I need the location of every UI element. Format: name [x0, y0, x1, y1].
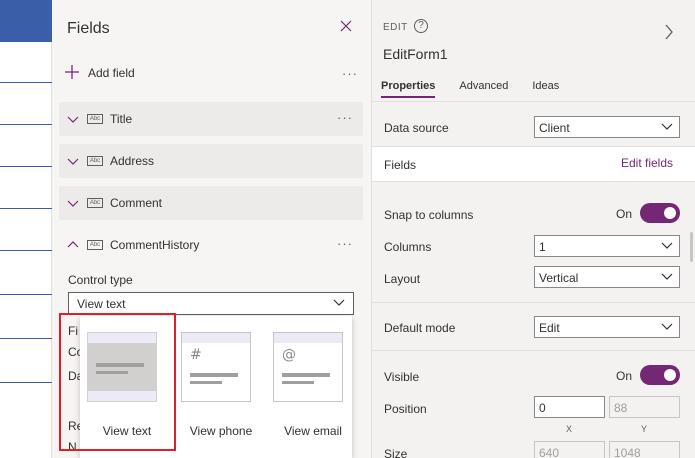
canvas-row-line	[0, 82, 52, 83]
default-mode-value: Edit	[539, 321, 560, 335]
field-card-comment[interactable]: Abc Comment	[59, 186, 363, 220]
visible-toggle[interactable]	[640, 365, 680, 385]
chevron-down-icon	[661, 123, 673, 130]
close-icon[interactable]	[338, 20, 354, 36]
more-icon[interactable]: ···	[337, 236, 353, 251]
size-height-value: 1048	[614, 446, 641, 458]
snap-to-columns-toggle[interactable]	[640, 203, 680, 223]
properties-tabs: Properties Advanced Ideas	[381, 80, 583, 98]
option-view-email[interactable]: @ View email	[268, 318, 358, 442]
field-name: Title	[110, 112, 133, 126]
option-view-phone[interactable]: # View phone	[176, 318, 266, 442]
canvas-row-line	[0, 382, 52, 383]
option-label: View email	[284, 424, 342, 438]
data-source-label: Data source	[384, 121, 449, 135]
size-width-value: 640	[539, 446, 560, 458]
chevron-up-icon[interactable]	[67, 239, 79, 251]
chevron-down-icon[interactable]	[67, 197, 79, 209]
visible-label: Visible	[384, 370, 420, 384]
edit-fields-link[interactable]: Edit fields	[621, 156, 673, 170]
properties-pane: EDIT ? EditForm1 Properties Advanced Ide…	[372, 0, 695, 458]
hash-icon: #	[190, 347, 202, 363]
columns-dropdown[interactable]: 1	[534, 235, 680, 257]
canvas-preview	[0, 0, 52, 458]
data-source-dropdown[interactable]: Client	[534, 116, 680, 138]
position-y-input: 88	[609, 396, 680, 418]
snap-toggle-state: On	[616, 207, 633, 221]
tab-ideas[interactable]: Ideas	[532, 80, 559, 96]
view-email-thumbnail: @	[273, 332, 343, 402]
chevron-down-icon	[661, 323, 673, 330]
plus-icon	[64, 64, 80, 82]
size-label: Size	[384, 447, 408, 458]
default-mode-dropdown[interactable]: Edit	[534, 316, 680, 338]
default-mode-label: Default mode	[384, 321, 456, 335]
field-card-title[interactable]: Abc Title ···	[59, 102, 363, 136]
abc-text-icon: Abc	[87, 114, 103, 124]
canvas-row-line	[0, 208, 52, 209]
position-label: Position	[384, 402, 427, 416]
section-label: EDIT	[383, 22, 408, 33]
layout-value: Vertical	[539, 271, 579, 285]
x-axis-label: X	[566, 424, 573, 434]
size-height-input: 1048	[609, 441, 680, 458]
fields-pane-title: Fields	[67, 20, 110, 37]
canvas-header-bar	[0, 0, 52, 42]
canvas-row-line	[0, 166, 52, 167]
fields-label: Fields	[384, 158, 417, 172]
snap-to-columns-label: Snap to columns	[384, 208, 474, 222]
field-name: Address	[110, 154, 155, 168]
field-card-commenthistory[interactable]: Abc CommentHistory ···	[59, 228, 363, 262]
position-x-input[interactable]: 0	[534, 396, 605, 418]
fields-row: Fields Edit fields	[372, 146, 695, 182]
form-name: EditForm1	[383, 46, 448, 62]
abc-text-icon: Abc	[87, 198, 103, 208]
position-y-value: 88	[614, 401, 628, 415]
chevron-down-icon	[661, 273, 673, 280]
layout-label: Layout	[384, 272, 421, 286]
control-type-value: View text	[77, 297, 126, 311]
option-label: View phone	[189, 424, 253, 438]
canvas-row-line	[0, 338, 52, 339]
add-field-label: Add field	[88, 66, 135, 80]
at-icon: @	[282, 347, 296, 363]
fields-pane: Fields Add field ··· Abc Title ··· Abc A…	[52, 0, 372, 458]
canvas-row-line	[0, 250, 52, 251]
size-width-input: 640	[534, 441, 605, 458]
field-name: CommentHistory	[110, 238, 200, 252]
chevron-down-icon[interactable]	[67, 113, 79, 125]
data-source-value: Client	[539, 121, 570, 135]
control-type-label: Control type	[68, 273, 133, 287]
chevron-down-icon[interactable]	[67, 155, 79, 167]
abc-text-icon: Abc	[87, 240, 103, 250]
canvas-row-line	[0, 294, 52, 295]
chevron-right-icon[interactable]	[664, 24, 674, 40]
position-x-value: 0	[539, 401, 546, 415]
field-card-address[interactable]: Abc Address	[59, 144, 363, 178]
help-icon[interactable]: ?	[414, 19, 428, 33]
columns-value: 1	[539, 240, 546, 254]
canvas-row-line	[0, 124, 52, 125]
tab-advanced[interactable]: Advanced	[459, 80, 508, 96]
properties-scrollbar[interactable]	[690, 232, 693, 262]
field-name: Comment	[110, 196, 163, 210]
chevron-down-icon	[333, 299, 345, 306]
y-axis-label: Y	[641, 424, 648, 434]
more-icon[interactable]: ···	[337, 110, 353, 125]
chevron-down-icon	[661, 242, 673, 249]
tab-properties[interactable]: Properties	[381, 80, 436, 98]
selection-highlight	[59, 313, 176, 451]
more-icon[interactable]: ···	[342, 66, 358, 81]
columns-label: Columns	[384, 240, 432, 254]
control-type-dropdown[interactable]: View text	[68, 292, 354, 315]
view-phone-thumbnail: #	[181, 332, 251, 402]
abc-text-icon: Abc	[87, 156, 103, 166]
add-field-button[interactable]: Add field	[64, 64, 135, 82]
layout-dropdown[interactable]: Vertical	[534, 266, 680, 288]
visible-toggle-state: On	[616, 369, 633, 383]
